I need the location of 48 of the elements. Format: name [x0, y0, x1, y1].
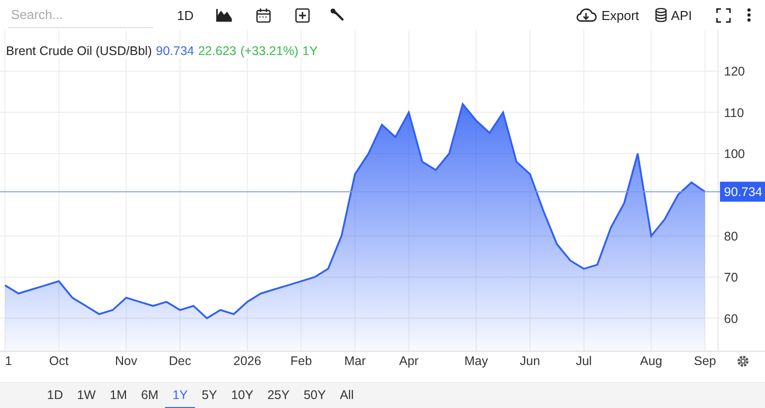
api-button[interactable]: API [651, 6, 696, 24]
chart-type-icon[interactable] [216, 8, 232, 22]
axis-label: 2026 [233, 354, 262, 368]
price-label: 90.734 [720, 182, 765, 202]
cloud-download-icon [575, 8, 598, 22]
interval-button[interactable]: 1D [173, 6, 198, 24]
axis-label: Mar [344, 354, 366, 368]
add-icon[interactable] [294, 8, 310, 22]
axis-label: Feb [290, 354, 312, 368]
range-tab[interactable]: 1Y [165, 383, 195, 408]
axis-label: Apr [399, 354, 419, 368]
wrench-icon[interactable] [330, 8, 344, 22]
axis-label: Aug [640, 354, 662, 368]
axis-label: May [464, 354, 488, 368]
axis-label: Jul [576, 354, 592, 368]
calendar-icon[interactable] [256, 8, 271, 22]
axis-label: 80 [724, 229, 738, 244]
range-tab[interactable]: 1D [40, 383, 70, 408]
range-tab[interactable]: All [332, 383, 361, 408]
range-tab[interactable]: 10Y [224, 383, 260, 408]
axis-label: 100 [724, 147, 745, 162]
price-value: 90.734 [156, 44, 194, 58]
axis-label: 1 [5, 354, 12, 368]
change-value: 22.623 [198, 44, 236, 58]
settings-icon[interactable] [738, 356, 748, 367]
axis-label: 60 [724, 312, 738, 326]
range-tab[interactable]: 6M [134, 383, 166, 408]
more-icon[interactable] [747, 8, 751, 22]
axis-label: 70 [724, 270, 738, 285]
export-button[interactable]: Export [571, 6, 644, 24]
axis-label: Oct [49, 354, 69, 368]
database-icon [655, 8, 668, 22]
period-label: 1Y [302, 44, 318, 58]
axis-label: Jun [520, 354, 540, 368]
range-tab[interactable]: 50Y [296, 383, 333, 408]
axis-label: Dec [168, 354, 192, 368]
ref-line-label: 90.734 [724, 185, 762, 200]
axis-label: Nov [115, 354, 138, 368]
instrument-name: Brent Crude Oil (USD/Bbl) [6, 44, 152, 58]
fullscreen-icon[interactable] [716, 8, 731, 22]
range-tab[interactable]: 1M [102, 383, 134, 408]
range-tab[interactable]: 5Y [194, 383, 224, 408]
change-percent: (+33.21%) [240, 44, 298, 58]
range-tab[interactable]: 25Y [260, 383, 297, 408]
axis-label: Sep [694, 354, 716, 368]
range-tab[interactable]: 1W [70, 383, 103, 408]
axis-label: 120 [724, 64, 745, 79]
axis-label: 110 [724, 106, 744, 120]
